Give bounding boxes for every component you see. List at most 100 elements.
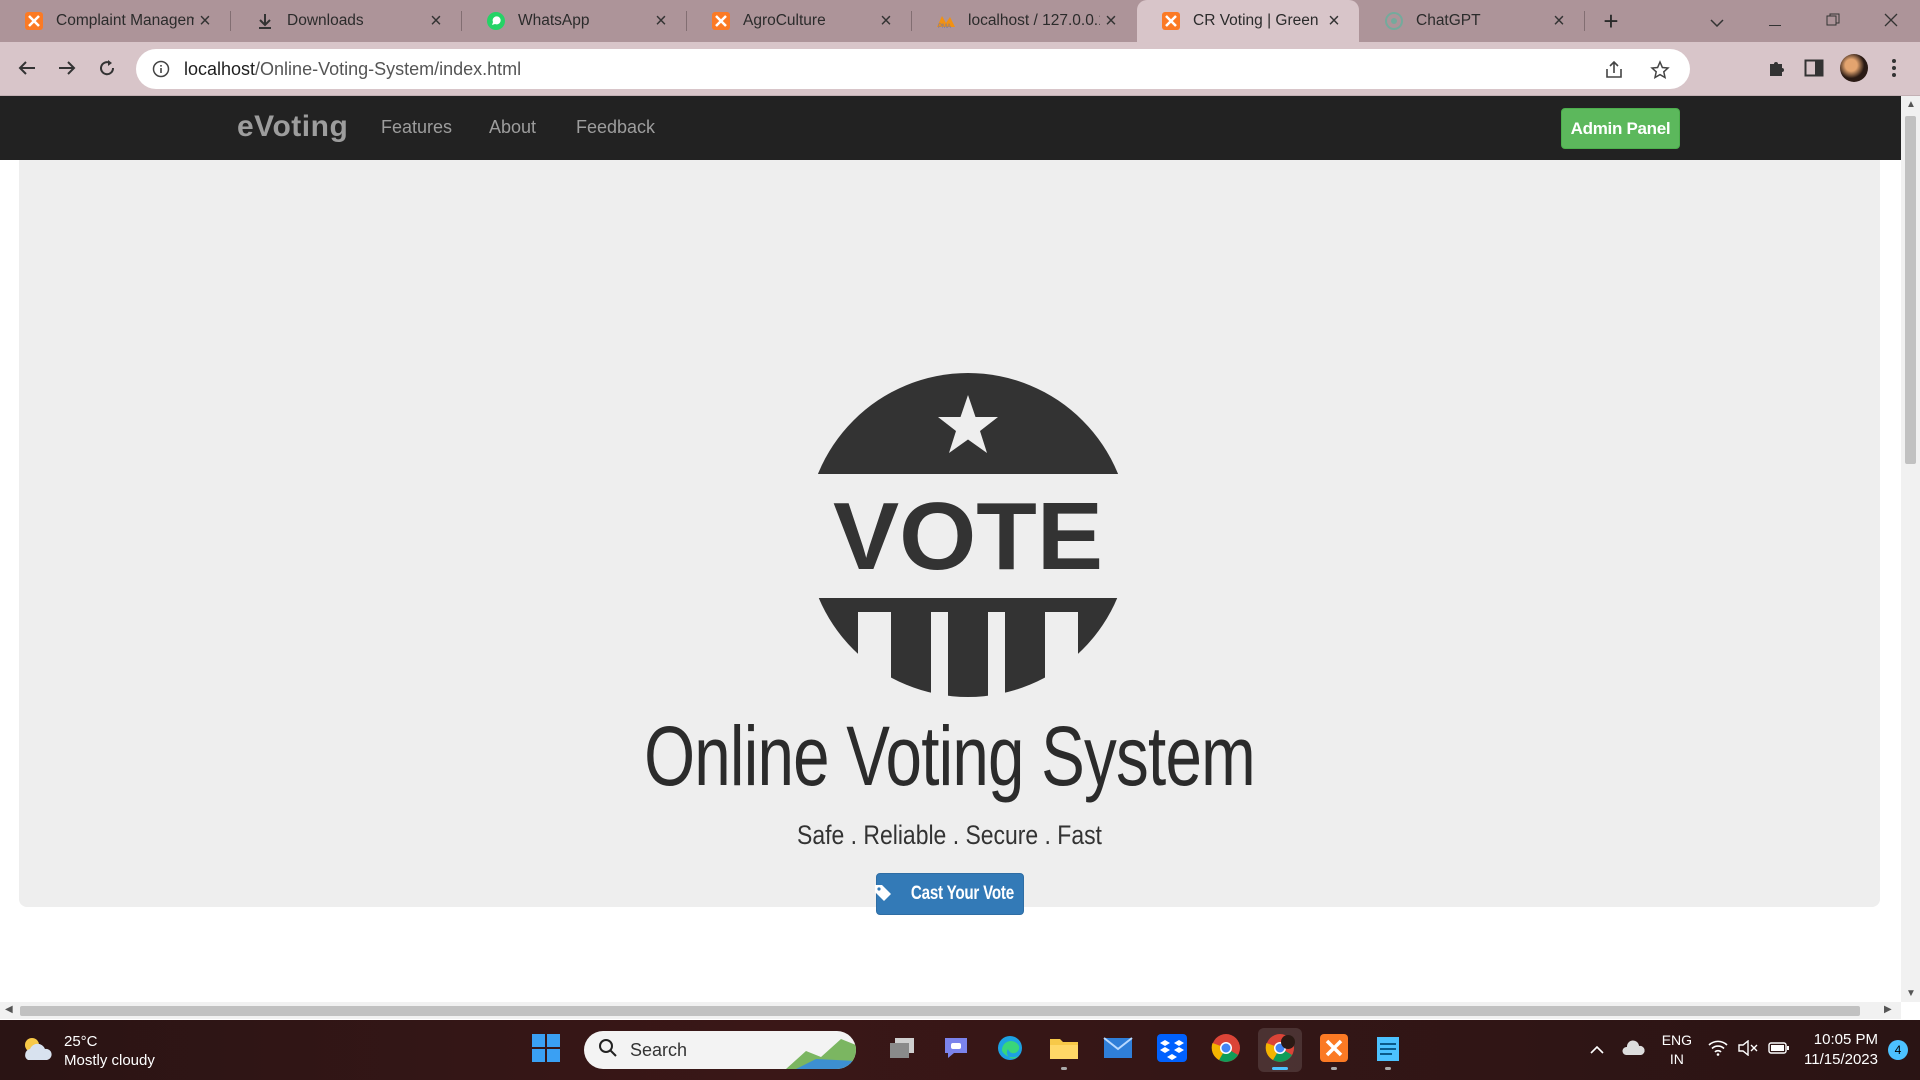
tag-icon (874, 884, 892, 905)
reload-icon (98, 59, 116, 82)
site-navbar: eVoting Features About Feedback Admin Pa… (0, 96, 1901, 160)
forward-button[interactable] (51, 54, 83, 86)
close-icon[interactable]: × (875, 10, 897, 32)
start-button[interactable] (524, 1028, 568, 1072)
search-highlight-image (786, 1031, 856, 1069)
minimize-icon (1769, 11, 1781, 32)
logo-text: VOTE (833, 483, 1103, 590)
scroll-down-icon[interactable]: ▼ (1906, 988, 1916, 999)
bookmark-star-icon[interactable] (1648, 58, 1672, 82)
battery-icon[interactable] (1768, 1041, 1790, 1059)
url-host: localhost (184, 58, 256, 79)
horizontal-scrollbar[interactable]: ◀ ▶ (0, 1002, 1901, 1019)
clock[interactable]: 10:05 PM 11/15/2023 (1804, 1030, 1878, 1070)
side-panel-icon[interactable] (1802, 56, 1826, 80)
extensions-icon[interactable] (1764, 56, 1788, 80)
close-icon[interactable]: × (1100, 10, 1122, 32)
close-icon[interactable]: × (1548, 10, 1570, 32)
minimize-button[interactable] (1746, 0, 1804, 42)
xampp-icon (24, 11, 44, 31)
arrow-left-icon (18, 60, 36, 81)
region-code: IN (1669, 1051, 1684, 1067)
close-window-button[interactable] (1862, 0, 1920, 42)
teams-chat-button[interactable] (934, 1028, 978, 1072)
restore-button[interactable] (1804, 0, 1862, 42)
wifi-icon[interactable] (1708, 1040, 1728, 1061)
download-icon (255, 11, 275, 31)
scroll-right-icon[interactable]: ▶ (1884, 1004, 1892, 1015)
tab-strip: Complaint Managem × Downloads × WhatsApp… (0, 0, 1920, 42)
tab-separator (1584, 11, 1585, 31)
address-bar[interactable]: localhost/Online-Voting-System/index.htm… (136, 49, 1690, 89)
chrome-button[interactable] (1204, 1028, 1248, 1072)
tab-complaint-management[interactable]: Complaint Managem × (0, 0, 230, 42)
mail-button[interactable] (1096, 1028, 1140, 1072)
admin-panel-button[interactable]: Admin Panel (1561, 108, 1680, 149)
whatsapp-icon (486, 11, 506, 31)
browser-toolbar: localhost/Online-Voting-System/index.htm… (0, 42, 1920, 96)
tab-phpmyadmin[interactable]: PMA localhost / 127.0.0.1 | × (912, 0, 1136, 42)
close-icon[interactable]: × (1323, 10, 1345, 32)
chevron-down-icon (1710, 11, 1724, 32)
nav-link-features[interactable]: Features (381, 117, 452, 138)
scroll-up-icon[interactable]: ▲ (1906, 99, 1916, 110)
tab-whatsapp[interactable]: WhatsApp × (462, 0, 686, 42)
nav-link-feedback[interactable]: Feedback (576, 117, 655, 138)
xampp-button[interactable] (1312, 1028, 1356, 1072)
new-tab-button[interactable]: + (1590, 0, 1632, 42)
dropbox-button[interactable] (1150, 1028, 1194, 1072)
tab-agroculture[interactable]: AgroCulture × (687, 0, 911, 42)
profile-avatar[interactable] (1840, 54, 1868, 82)
vertical-scrollbar[interactable]: ▲ ▼ (1901, 96, 1920, 1002)
cast-vote-button[interactable]: Cast Your Vote (874, 873, 1024, 915)
horizontal-scroll-thumb[interactable] (20, 1006, 1860, 1016)
weather-temp: 25°C (64, 1033, 98, 1050)
taskbar-search[interactable]: Search (584, 1031, 856, 1069)
tab-downloads[interactable]: Downloads × (231, 0, 461, 42)
tab-search-button[interactable] (1688, 0, 1746, 42)
nav-link-about[interactable]: About (489, 117, 536, 138)
scroll-left-icon[interactable]: ◀ (5, 1004, 13, 1015)
window-controls (1688, 0, 1920, 42)
language-indicator[interactable]: ENG IN (1662, 1031, 1692, 1069)
notepad-button[interactable] (1366, 1028, 1410, 1072)
task-view-button[interactable] (880, 1028, 924, 1072)
svg-text:PMA: PMA (938, 24, 951, 29)
back-button[interactable] (11, 54, 43, 86)
vertical-scroll-thumb[interactable] (1905, 116, 1916, 464)
tab-label: localhost / 127.0.0.1 | (968, 12, 1100, 29)
chevron-up-icon[interactable] (1590, 1041, 1604, 1059)
weather-widget[interactable]: 25°C Mostly cloudy (20, 1032, 155, 1070)
file-explorer-button[interactable] (1042, 1028, 1086, 1072)
reload-button[interactable] (91, 54, 123, 86)
tab-chatgpt[interactable]: ChatGPT × (1360, 0, 1584, 42)
menu-dots-icon[interactable] (1882, 56, 1906, 80)
edge-button[interactable] (988, 1028, 1032, 1072)
chrome-profile-button[interactable] (1258, 1028, 1302, 1072)
tab-cr-voting[interactable]: CR Voting | Green Sy × (1137, 0, 1359, 42)
close-icon[interactable]: × (425, 10, 447, 32)
language-code: ENG (1661, 1032, 1693, 1048)
clock-date: 11/15/2023 (1804, 1051, 1878, 1068)
info-icon[interactable] (152, 60, 170, 78)
xampp-icon (711, 11, 731, 31)
windows-taskbar: 25°C Mostly cloudy Search ENG IN 10:05 P… (0, 1020, 1920, 1080)
xampp-icon (1161, 11, 1181, 31)
close-icon (1884, 11, 1898, 32)
site-brand[interactable]: eVoting (237, 110, 348, 144)
notification-badge[interactable]: 4 (1888, 1040, 1908, 1060)
edge-icon (996, 1034, 1024, 1067)
close-icon[interactable]: × (650, 10, 672, 32)
notepad-icon (1376, 1034, 1400, 1067)
onedrive-icon[interactable] (1622, 1039, 1646, 1061)
hero-jumbotron: VOTE Online Voting System Safe . Reliabl… (19, 160, 1880, 915)
share-icon[interactable] (1602, 58, 1626, 82)
plus-icon: + (1603, 5, 1619, 36)
close-icon[interactable]: × (194, 10, 216, 32)
task-view-icon (889, 1037, 915, 1064)
volume-muted-icon[interactable] (1738, 1039, 1758, 1061)
tab-label: WhatsApp (518, 12, 590, 29)
vote-logo: VOTE (806, 373, 1130, 697)
tab-label: AgroCulture (743, 12, 826, 29)
page-subtitle: Safe . Reliable . Secure . Fast (797, 820, 1102, 850)
